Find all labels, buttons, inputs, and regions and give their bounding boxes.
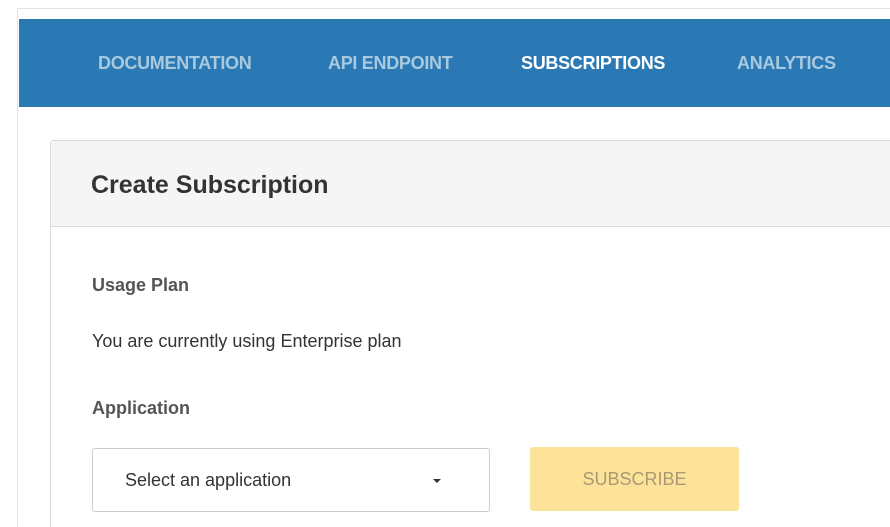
page-frame: DOCUMENTATION API ENDPOINT SUBSCRIPTIONS… — [0, 0, 890, 527]
subscribe-button[interactable]: SUBSCRIBE — [530, 447, 739, 511]
usage-plan-text: You are currently using Enterprise plan — [92, 331, 402, 351]
tab-analytics[interactable]: ANALYTICS — [737, 52, 836, 74]
tab-documentation[interactable]: DOCUMENTATION — [98, 52, 252, 74]
application-select[interactable]: Select an application — [92, 448, 490, 512]
application-select-value: Select an application — [125, 470, 292, 490]
application-label: Application — [92, 398, 190, 418]
frame-left-border — [17, 8, 18, 527]
card-header: Create Subscription — [51, 141, 890, 227]
usage-plan-label: Usage Plan — [92, 275, 190, 295]
frame-top-border — [17, 8, 890, 9]
caret-down-icon — [433, 479, 441, 483]
subscribe-button-label: SUBSCRIBE — [582, 469, 687, 489]
tab-api-endpoint[interactable]: API ENDPOINT — [328, 52, 453, 74]
card-title: Create Subscription — [91, 171, 329, 199]
tab-subscriptions[interactable]: SUBSCRIPTIONS — [521, 52, 665, 74]
